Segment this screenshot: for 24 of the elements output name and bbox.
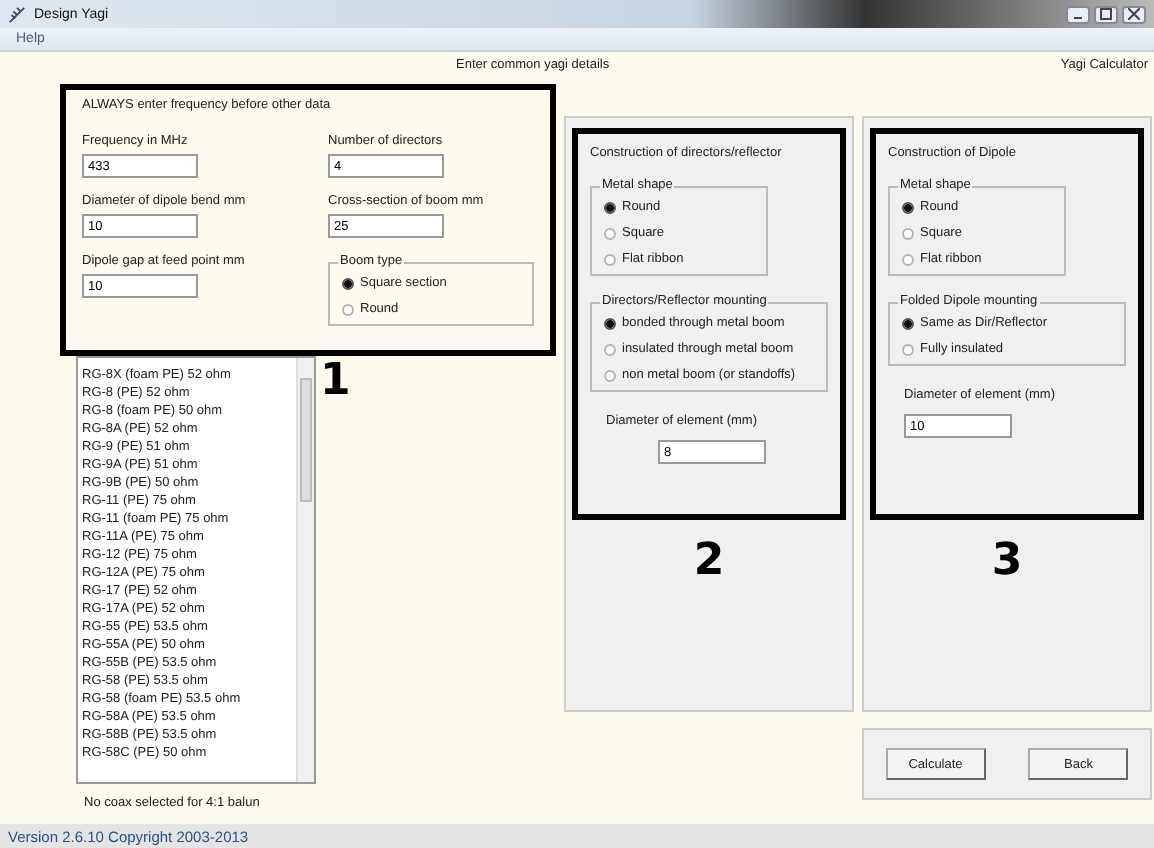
radio-button[interactable] [902, 202, 914, 214]
antenna-icon [8, 5, 26, 23]
minimize-button[interactable] [1066, 5, 1090, 23]
maximize-button[interactable] [1094, 5, 1118, 23]
radio-button[interactable] [604, 202, 616, 214]
annotation-number: 3 [989, 536, 1025, 588]
radio-button[interactable] [604, 370, 616, 382]
radio-button[interactable] [342, 278, 354, 290]
radio-button[interactable] [902, 318, 914, 330]
radio-button[interactable] [604, 228, 616, 240]
radio-button[interactable] [342, 304, 354, 316]
radio-button[interactable] [604, 254, 616, 266]
radio-button[interactable] [902, 228, 914, 240]
radio-button[interactable] [604, 318, 616, 330]
annotation-number: 2 [691, 536, 727, 588]
scrollbar[interactable] [296, 358, 314, 782]
annotation-number: 1 [320, 356, 351, 410]
close-button[interactable] [1122, 5, 1146, 23]
close-icon [1128, 8, 1140, 20]
maximize-icon [1100, 8, 1112, 20]
coax-list[interactable] [76, 356, 316, 784]
radio-button[interactable] [902, 344, 914, 356]
radio-button[interactable] [902, 254, 914, 266]
radio-button[interactable] [604, 344, 616, 356]
